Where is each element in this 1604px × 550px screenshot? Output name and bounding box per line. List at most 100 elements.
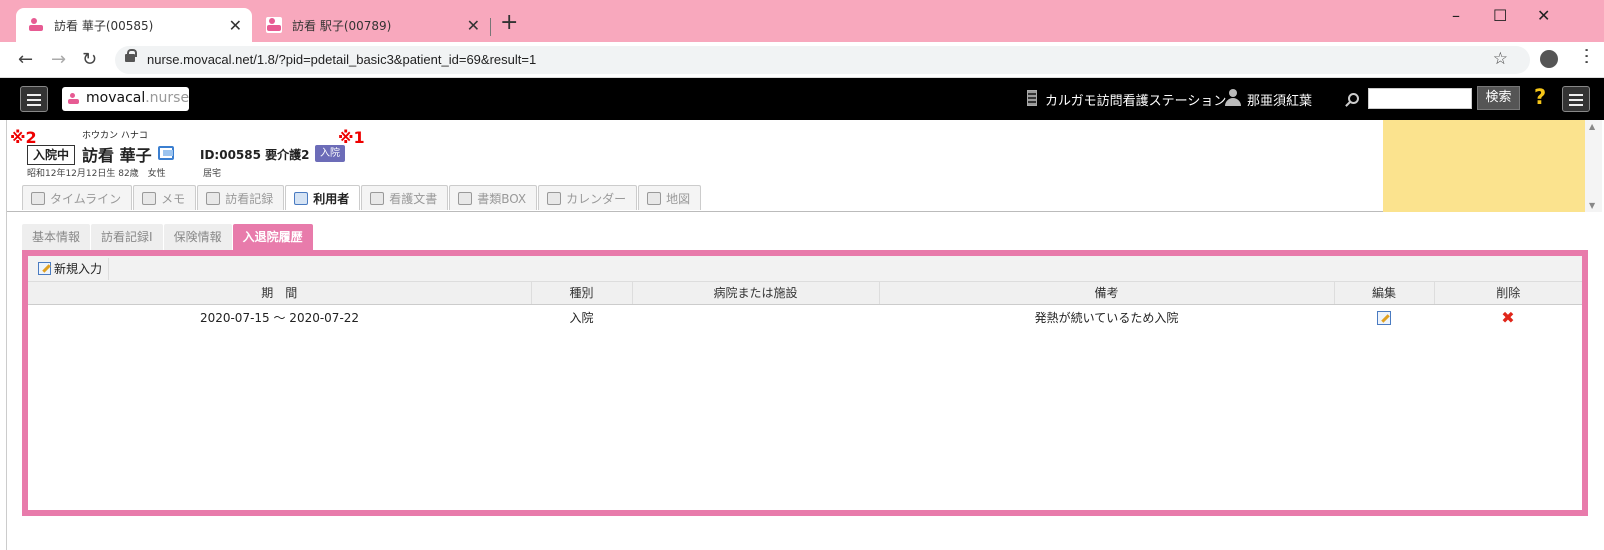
- hamburger-menu-button[interactable]: [20, 86, 48, 112]
- forward-icon[interactable]: →: [51, 49, 66, 70]
- cell-facility: [632, 304, 879, 330]
- url-text: nurse.movacal.net/1.8/?pid=pdetail_basic…: [147, 52, 537, 67]
- tab-label: 地図: [666, 191, 691, 206]
- timeline-icon: [31, 191, 45, 205]
- new-entry-label: 新規入力: [54, 262, 103, 276]
- patient-info: 昭和12年12月12日生 82歳 女性: [27, 169, 166, 179]
- logo-subtext: .nurse: [145, 90, 190, 106]
- column-header-edit: 編集: [1334, 282, 1435, 305]
- edit-icon: [38, 262, 51, 275]
- notice-panel: [1383, 120, 1585, 212]
- cell-period: 2020-07-15 ～ 2020-07-22: [199, 310, 360, 325]
- patient-name: 訪看 華子: [82, 146, 152, 165]
- tab-map[interactable]: 地図: [638, 185, 702, 210]
- tab-separator: [490, 18, 491, 36]
- url-field[interactable]: nurse.movacal.net/1.8/?pid=pdetail_basic…: [115, 46, 1530, 74]
- browser-menu-icon[interactable]: ⋯: [1576, 47, 1597, 65]
- tab-label: メモ: [161, 191, 186, 206]
- minimize-icon[interactable]: –: [1452, 6, 1460, 25]
- table-header-row: 期 間 種別 病院または施設 備考 編集 削除: [28, 282, 1582, 305]
- building-icon: [1027, 90, 1037, 106]
- scroll-down-icon[interactable]: ▼: [1589, 201, 1595, 210]
- close-window-icon[interactable]: ✕: [1537, 6, 1550, 25]
- column-header-note: 備考: [879, 282, 1335, 305]
- open-window-icon[interactable]: [158, 146, 174, 160]
- tab-label: 訪看記録: [225, 191, 274, 206]
- record-icon: [206, 191, 221, 205]
- browser-tab-title: 訪看 駅子(00789): [292, 18, 392, 33]
- admission-badge: 入院: [315, 145, 345, 162]
- tab-label: カレンダー: [566, 191, 627, 206]
- cell-note: 発熱が続いているため入院: [1034, 310, 1179, 325]
- panel-toolbar: 新規入力: [28, 256, 1582, 282]
- left-border: [6, 120, 7, 550]
- patient-kana: ホウカン ハナコ: [82, 131, 148, 141]
- box-icon: [458, 191, 473, 205]
- patient-nav-tabs: タイムライン メモ 訪看記録 利用者 看護文書 書類BOX カレンダー 地図: [22, 185, 702, 210]
- column-header-period: 期 間: [28, 282, 532, 305]
- lock-icon: [125, 49, 137, 62]
- tab-calendar[interactable]: カレンダー: [538, 185, 638, 210]
- column-header-facility: 病院または施設: [632, 282, 880, 305]
- cell-edit: [1334, 304, 1434, 330]
- cell-type: 入院: [569, 310, 594, 325]
- subtab-visit-record-1[interactable]: 訪看記録I: [91, 224, 163, 250]
- new-tab-icon[interactable]: +: [500, 10, 518, 35]
- tab-label: 看護文書: [389, 191, 438, 206]
- scroll-up-icon[interactable]: ▲: [1589, 122, 1595, 131]
- tab-nursing-docs[interactable]: 看護文書: [361, 185, 449, 210]
- user-name[interactable]: 那亜須紅葉: [1247, 90, 1312, 109]
- tab-timeline[interactable]: タイムライン: [22, 185, 133, 210]
- subtab-insurance[interactable]: 保険情報: [163, 224, 232, 250]
- tab-documents-box[interactable]: 書類BOX: [449, 185, 538, 210]
- logo-text: movacal: [86, 90, 146, 106]
- browser-tab-strip: 訪看 華子(00585) ✕ 訪看 駅子(00789) ✕ + – ☐ ✕: [0, 0, 1604, 42]
- tab-label: 利用者: [313, 191, 350, 206]
- browser-tab-inactive[interactable]: 訪看 駅子(00789) ✕: [254, 8, 490, 42]
- tab-patient[interactable]: 利用者: [285, 185, 361, 210]
- user-icon: [1225, 89, 1241, 106]
- patient-residence: 居宅: [203, 169, 222, 179]
- tab-memo[interactable]: メモ: [133, 185, 197, 210]
- patient-id-care-level: ID:00585 要介護2: [200, 148, 310, 162]
- logo-icon: [68, 93, 80, 105]
- tab-visit-record[interactable]: 訪看記録: [197, 185, 285, 210]
- bookmark-star-icon[interactable]: ☆: [1493, 49, 1508, 69]
- patient-sub-tabs: 基本情報 訪看記録I 保険情報 入退院履歴: [22, 224, 314, 250]
- app-header: movacal.nurse カルガモ訪問看護ステーション 那亜須紅葉 検索 ?: [0, 78, 1604, 120]
- new-entry-button[interactable]: 新規入力: [32, 258, 110, 280]
- reload-icon[interactable]: ↻: [82, 49, 97, 70]
- pencil-icon: [142, 191, 157, 205]
- map-icon: [647, 191, 662, 205]
- subtab-basic-info[interactable]: 基本情報: [22, 224, 91, 250]
- movacal-logo[interactable]: movacal.nurse: [62, 87, 189, 111]
- inpatient-status-badge: 入院中: [27, 145, 75, 165]
- table-row: 2020-07-15 ～ 2020-07-22 入院 発熱が続いているため入院 …: [28, 304, 1582, 330]
- browser-tab-active[interactable]: 訪看 華子(00585) ✕: [16, 8, 252, 42]
- header-scrollbar[interactable]: ▲ ▼: [1585, 120, 1602, 212]
- delete-icon[interactable]: ✖: [1501, 308, 1514, 327]
- calendar-icon: [547, 191, 562, 205]
- tab-label: 書類BOX: [477, 191, 527, 206]
- movacal-favicon-icon: [266, 17, 282, 33]
- id-card-icon: [294, 191, 309, 205]
- pdf-icon: [370, 191, 385, 205]
- search-button[interactable]: 検索: [1477, 86, 1520, 110]
- back-icon[interactable]: ←: [18, 49, 33, 70]
- app-menu-button[interactable]: [1562, 86, 1590, 112]
- close-tab-icon[interactable]: ✕: [467, 16, 480, 35]
- admission-history-table: 期 間 種別 病院または施設 備考 編集 削除 2020-07-15 ～ 202…: [28, 282, 1582, 330]
- admission-history-panel: 新規入力 期 間 種別 病院または施設 備考 編集 削除 2020-07-15 …: [22, 250, 1588, 516]
- maximize-icon[interactable]: ☐: [1493, 6, 1507, 25]
- subtab-admission-history[interactable]: 入退院履歴: [232, 224, 313, 250]
- cell-delete: ✖: [1434, 304, 1582, 330]
- browser-tab-title: 訪看 華子(00585): [54, 18, 154, 33]
- profile-avatar-icon[interactable]: [1540, 50, 1558, 68]
- address-bar: ← → ↻ nurse.movacal.net/1.8/?pid=pdetail…: [0, 42, 1604, 78]
- edit-icon[interactable]: [1377, 310, 1391, 325]
- search-input[interactable]: [1368, 88, 1472, 109]
- close-tab-icon[interactable]: ✕: [229, 16, 242, 35]
- column-header-type: 種別: [531, 282, 633, 305]
- help-icon[interactable]: ?: [1534, 85, 1546, 109]
- station-name[interactable]: カルガモ訪問看護ステーション: [1045, 90, 1226, 109]
